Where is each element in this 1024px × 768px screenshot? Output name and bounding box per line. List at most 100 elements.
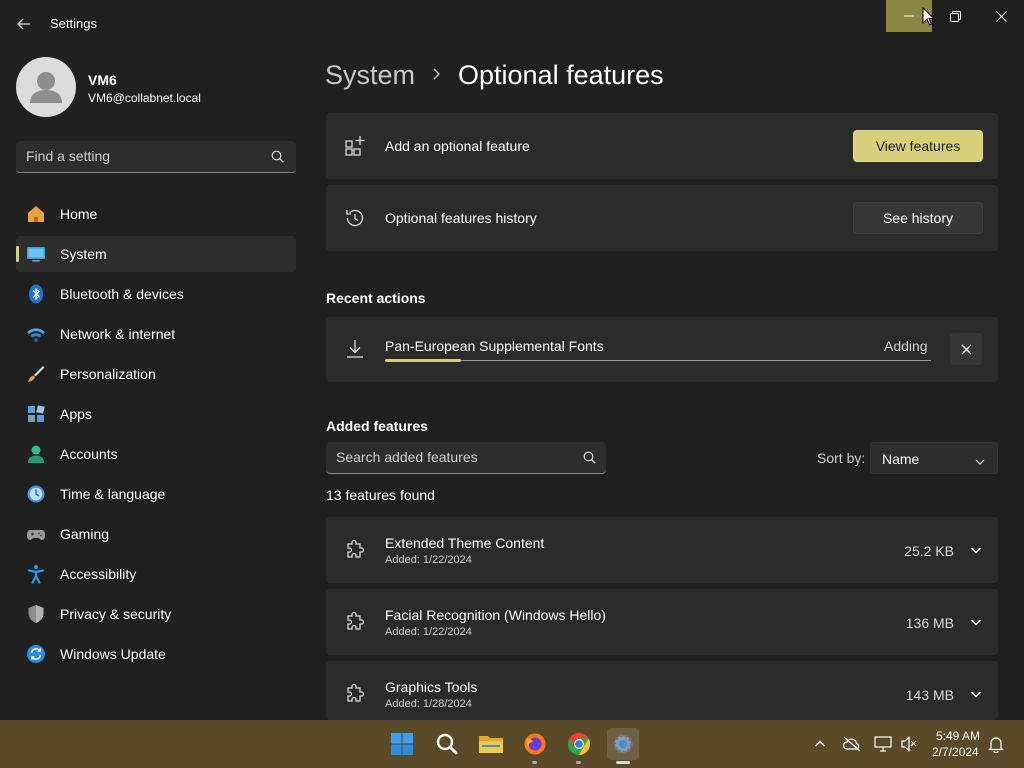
puzzle-icon — [344, 539, 366, 564]
sidebar-item-label: Accounts — [60, 446, 118, 462]
feature-row[interactable]: Graphics Tools Added: 1/28/2024 143 MB — [326, 661, 998, 720]
feature-row[interactable]: Extended Theme Content Added: 1/22/2024 … — [326, 517, 998, 583]
sidebar-item-label: Home — [60, 206, 98, 222]
search-added-box[interactable] — [326, 442, 606, 474]
home-icon — [26, 204, 46, 224]
feature-name: Extended Theme Content — [385, 535, 545, 551]
close-button[interactable] — [978, 0, 1024, 32]
chevron-down-icon[interactable] — [970, 687, 982, 703]
chevron-down-icon — [975, 454, 985, 470]
sidebar-item-windows-update[interactable]: Windows Update — [16, 636, 296, 672]
active-indicator — [16, 246, 19, 262]
progress-bar — [385, 359, 931, 362]
speaker-muted-icon — [901, 736, 917, 752]
back-button[interactable] — [8, 8, 40, 40]
folder-icon — [479, 736, 503, 753]
chevron-down-icon[interactable] — [970, 543, 982, 559]
search-icon — [436, 733, 458, 755]
accessibility-icon — [26, 564, 46, 584]
volume-tray-button[interactable] — [899, 734, 919, 754]
sidebar-item-label: Time & language — [60, 486, 166, 502]
apps-icon — [26, 404, 46, 424]
sidebar-item-label: System — [60, 246, 107, 262]
sidebar-item-privacy-security[interactable]: Privacy & security — [16, 596, 296, 632]
sidebar-item-apps[interactable]: Apps — [16, 396, 296, 432]
feature-date: Added: 1/28/2024 — [385, 698, 472, 710]
feature-name: Facial Recognition (Windows Hello) — [385, 607, 606, 623]
sort-by-label: Sort by: — [817, 450, 866, 466]
sidebar-item-home[interactable]: Home — [16, 196, 296, 232]
search-icon — [583, 451, 596, 467]
history-label: Optional features history — [385, 210, 537, 226]
close-icon — [961, 344, 971, 354]
sidebar-item-label: Apps — [60, 406, 92, 422]
taskbar — [0, 720, 1024, 768]
taskbar-search-button[interactable] — [431, 728, 463, 760]
wifi-icon — [26, 324, 46, 344]
search-added-input[interactable] — [336, 449, 576, 465]
shield-icon — [26, 604, 46, 624]
sidebar-item-label: Personalization — [60, 366, 156, 382]
sidebar-item-gaming[interactable]: Gaming — [16, 516, 296, 552]
bell-icon — [988, 737, 1004, 753]
download-icon — [344, 338, 366, 360]
feature-date: Added: 1/22/2024 — [385, 626, 472, 638]
history-card: Optional features history See history — [326, 185, 998, 251]
file-explorer-button[interactable] — [475, 728, 507, 760]
windows-logo-icon — [391, 733, 413, 755]
monitor-icon — [26, 244, 46, 264]
recent-action-row: Pan-European Supplemental Fonts Adding — [326, 317, 998, 382]
network-tray-button[interactable] — [873, 734, 893, 754]
notifications-button[interactable] — [986, 734, 1006, 754]
sort-by-dropdown[interactable]: Name — [870, 442, 998, 474]
firefox-button[interactable] — [519, 728, 551, 760]
clock-time[interactable]: 5:49 AM — [936, 729, 980, 743]
person-icon — [26, 444, 46, 464]
history-icon — [344, 207, 366, 229]
sidebar-item-time-language[interactable]: Time & language — [16, 476, 296, 512]
chevron-up-icon — [815, 740, 825, 747]
sidebar-item-accounts[interactable]: Accounts — [16, 436, 296, 472]
see-history-button[interactable]: See history — [853, 202, 983, 234]
features-count: 13 features found — [326, 487, 435, 503]
chrome-button[interactable] — [563, 728, 595, 760]
close-icon — [995, 10, 1007, 22]
breadcrumb-chevron-icon — [430, 66, 444, 85]
brush-icon — [26, 364, 46, 384]
firefox-icon — [524, 733, 546, 755]
cancel-action-button[interactable] — [950, 333, 982, 365]
progress-fill — [385, 359, 462, 362]
onedrive-tray-button[interactable] — [842, 734, 862, 754]
feature-size: 25.2 KB — [904, 543, 954, 559]
app-title: Settings — [50, 16, 97, 31]
sidebar-item-network[interactable]: Network & internet — [16, 316, 296, 352]
feature-size: 136 MB — [905, 615, 954, 631]
show-hidden-icons-button[interactable] — [810, 734, 830, 754]
start-button[interactable] — [386, 728, 418, 760]
find-setting-input[interactable] — [26, 148, 266, 164]
page-title: Optional features — [458, 60, 664, 90]
person-avatar-icon — [30, 72, 62, 103]
feature-row[interactable]: Facial Recognition (Windows Hello) Added… — [326, 589, 998, 655]
active-app-indicator — [616, 761, 630, 764]
view-features-button[interactable]: View features — [853, 130, 983, 162]
network-monitor-icon — [874, 736, 892, 752]
sidebar-item-bluetooth[interactable]: Bluetooth & devices — [16, 276, 296, 312]
avatar[interactable] — [16, 57, 76, 117]
settings-button[interactable] — [607, 728, 639, 760]
find-setting-box[interactable] — [16, 141, 296, 173]
sidebar-item-personalization[interactable]: Personalization — [16, 356, 296, 392]
recent-actions-heading: Recent actions — [326, 290, 426, 306]
added-features-heading: Added features — [326, 418, 428, 434]
recent-action-name: Pan-European Supplemental Fonts — [385, 338, 604, 354]
breadcrumb-system[interactable]: System — [325, 60, 415, 91]
user-email: VM6@collabnet.local — [88, 91, 201, 105]
gamepad-icon — [26, 524, 46, 544]
chevron-down-icon[interactable] — [970, 615, 982, 631]
puzzle-icon — [344, 683, 366, 708]
sidebar-item-system[interactable]: System — [16, 236, 296, 272]
restore-button[interactable] — [932, 0, 978, 32]
bluetooth-icon — [26, 284, 46, 304]
sidebar-item-accessibility[interactable]: Accessibility — [16, 556, 296, 592]
clock-date[interactable]: 2/7/2024 — [932, 745, 979, 759]
